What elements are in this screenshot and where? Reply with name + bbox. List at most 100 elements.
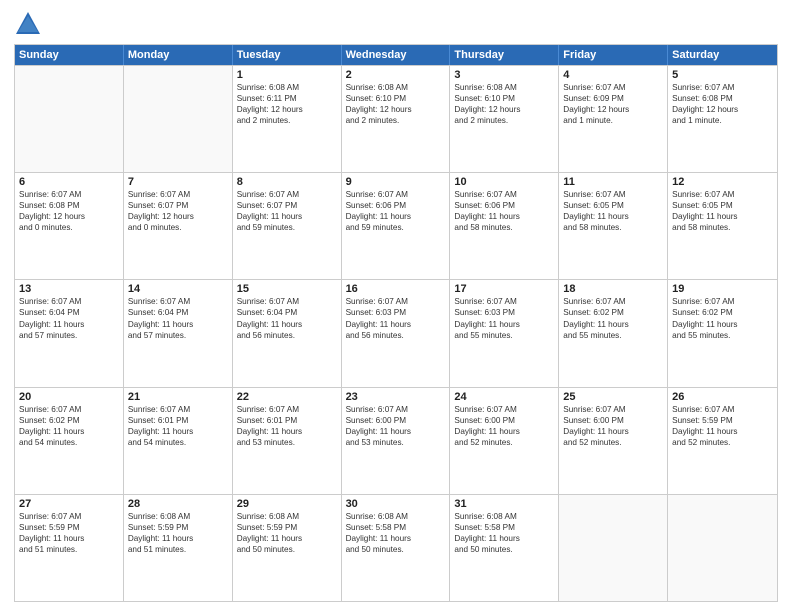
cell-info-line: Daylight: 11 hours [237, 533, 337, 544]
cell-info-line: Sunrise: 6:08 AM [346, 82, 446, 93]
cal-header-monday: Monday [124, 45, 233, 65]
cal-cell: 13Sunrise: 6:07 AMSunset: 6:04 PMDayligh… [15, 280, 124, 386]
cell-info-line: Sunset: 5:58 PM [454, 522, 554, 533]
cell-info-line: Sunset: 5:59 PM [237, 522, 337, 533]
cell-info-line: Sunrise: 6:07 AM [454, 404, 554, 415]
cell-info-line: Sunrise: 6:08 AM [454, 511, 554, 522]
cell-info-line: Sunrise: 6:07 AM [128, 404, 228, 415]
cell-info-line: Sunset: 6:00 PM [563, 415, 663, 426]
cell-info-line: and 50 minutes. [237, 544, 337, 555]
cell-info-line: Daylight: 12 hours [454, 104, 554, 115]
cell-info-line: and 0 minutes. [19, 222, 119, 233]
cal-week-2: 6Sunrise: 6:07 AMSunset: 6:08 PMDaylight… [15, 172, 777, 279]
cell-info-line: Daylight: 11 hours [128, 533, 228, 544]
cal-cell: 31Sunrise: 6:08 AMSunset: 5:58 PMDayligh… [450, 495, 559, 601]
cell-info-line: Sunrise: 6:08 AM [237, 511, 337, 522]
cell-info-line: and 52 minutes. [563, 437, 663, 448]
cal-cell: 30Sunrise: 6:08 AMSunset: 5:58 PMDayligh… [342, 495, 451, 601]
day-number: 10 [454, 176, 554, 188]
day-number: 21 [128, 391, 228, 403]
day-number: 15 [237, 283, 337, 295]
cell-info-line: and 56 minutes. [237, 330, 337, 341]
cal-cell: 3Sunrise: 6:08 AMSunset: 6:10 PMDaylight… [450, 66, 559, 172]
cal-cell [559, 495, 668, 601]
cal-header-wednesday: Wednesday [342, 45, 451, 65]
cell-info-line: Sunset: 6:00 PM [346, 415, 446, 426]
day-number: 3 [454, 69, 554, 81]
cell-info-line: Sunset: 6:01 PM [237, 415, 337, 426]
day-number: 28 [128, 498, 228, 510]
cell-info-line: Daylight: 11 hours [346, 211, 446, 222]
cell-info-line: and 2 minutes. [346, 115, 446, 126]
cell-info-line: and 54 minutes. [128, 437, 228, 448]
cell-info-line: Sunset: 6:09 PM [563, 93, 663, 104]
cell-info-line: and 52 minutes. [454, 437, 554, 448]
cell-info-line: and 2 minutes. [237, 115, 337, 126]
day-number: 26 [672, 391, 773, 403]
day-number: 8 [237, 176, 337, 188]
day-number: 7 [128, 176, 228, 188]
cell-info-line: and 50 minutes. [346, 544, 446, 555]
cell-info-line: and 55 minutes. [672, 330, 773, 341]
cell-info-line: Daylight: 11 hours [128, 319, 228, 330]
cell-info-line: Sunrise: 6:08 AM [128, 511, 228, 522]
cell-info-line: and 54 minutes. [19, 437, 119, 448]
cell-info-line: and 55 minutes. [563, 330, 663, 341]
day-number: 31 [454, 498, 554, 510]
calendar-body: 1Sunrise: 6:08 AMSunset: 6:11 PMDaylight… [15, 65, 777, 601]
cell-info-line: Daylight: 11 hours [672, 426, 773, 437]
cell-info-line: Daylight: 11 hours [672, 319, 773, 330]
cell-info-line: and 50 minutes. [454, 544, 554, 555]
cell-info-line: and 52 minutes. [672, 437, 773, 448]
cal-cell: 28Sunrise: 6:08 AMSunset: 5:59 PMDayligh… [124, 495, 233, 601]
day-number: 22 [237, 391, 337, 403]
cal-cell: 22Sunrise: 6:07 AMSunset: 6:01 PMDayligh… [233, 388, 342, 494]
day-number: 14 [128, 283, 228, 295]
cell-info-line: Sunrise: 6:07 AM [672, 296, 773, 307]
cell-info-line: Sunrise: 6:08 AM [237, 82, 337, 93]
cell-info-line: and 59 minutes. [237, 222, 337, 233]
cell-info-line: Sunset: 6:06 PM [454, 200, 554, 211]
cell-info-line: Sunset: 6:04 PM [237, 307, 337, 318]
cal-header-thursday: Thursday [450, 45, 559, 65]
day-number: 17 [454, 283, 554, 295]
cell-info-line: Sunrise: 6:07 AM [454, 296, 554, 307]
cal-cell: 5Sunrise: 6:07 AMSunset: 6:08 PMDaylight… [668, 66, 777, 172]
cell-info-line: Sunset: 6:03 PM [454, 307, 554, 318]
cell-info-line: Sunrise: 6:07 AM [19, 296, 119, 307]
day-number: 1 [237, 69, 337, 81]
cal-cell: 27Sunrise: 6:07 AMSunset: 5:59 PMDayligh… [15, 495, 124, 601]
cell-info-line: Sunrise: 6:07 AM [19, 404, 119, 415]
cell-info-line: and 51 minutes. [19, 544, 119, 555]
logo-icon [14, 10, 42, 38]
cell-info-line: Daylight: 12 hours [672, 104, 773, 115]
cell-info-line: and 56 minutes. [346, 330, 446, 341]
cell-info-line: Sunrise: 6:07 AM [346, 296, 446, 307]
day-number: 24 [454, 391, 554, 403]
cell-info-line: Sunset: 6:10 PM [454, 93, 554, 104]
cell-info-line: Sunset: 6:02 PM [672, 307, 773, 318]
page: SundayMondayTuesdayWednesdayThursdayFrid… [0, 0, 792, 612]
cal-cell: 15Sunrise: 6:07 AMSunset: 6:04 PMDayligh… [233, 280, 342, 386]
cell-info-line: Sunrise: 6:07 AM [563, 404, 663, 415]
cell-info-line: and 1 minute. [672, 115, 773, 126]
cell-info-line: Sunrise: 6:07 AM [19, 189, 119, 200]
cell-info-line: Sunset: 6:02 PM [19, 415, 119, 426]
cell-info-line: Daylight: 11 hours [128, 426, 228, 437]
cal-cell: 21Sunrise: 6:07 AMSunset: 6:01 PMDayligh… [124, 388, 233, 494]
cal-header-friday: Friday [559, 45, 668, 65]
cell-info-line: and 2 minutes. [454, 115, 554, 126]
cell-info-line: Sunrise: 6:07 AM [672, 404, 773, 415]
day-number: 6 [19, 176, 119, 188]
cell-info-line: Sunrise: 6:07 AM [237, 404, 337, 415]
cell-info-line: Sunrise: 6:07 AM [563, 189, 663, 200]
day-number: 27 [19, 498, 119, 510]
cal-header-tuesday: Tuesday [233, 45, 342, 65]
cal-header-sunday: Sunday [15, 45, 124, 65]
cell-info-line: Sunrise: 6:07 AM [346, 189, 446, 200]
cell-info-line: Daylight: 11 hours [454, 211, 554, 222]
cell-info-line: Daylight: 11 hours [563, 426, 663, 437]
day-number: 11 [563, 176, 663, 188]
cell-info-line: and 55 minutes. [454, 330, 554, 341]
cell-info-line: Sunset: 6:03 PM [346, 307, 446, 318]
